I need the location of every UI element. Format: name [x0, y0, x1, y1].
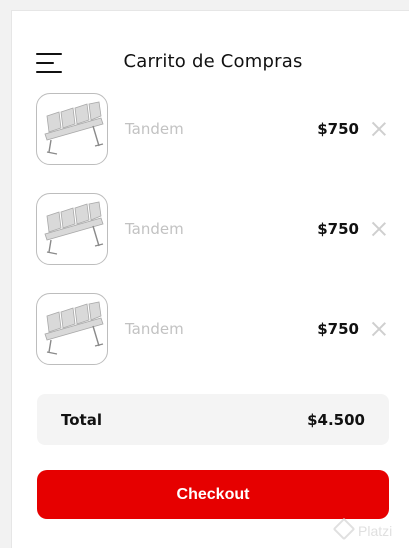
product-price: $750 — [317, 220, 359, 238]
total-label: Total — [61, 411, 102, 429]
product-image — [36, 193, 108, 265]
product-name: Tandem — [125, 320, 184, 338]
platzi-logo-icon — [332, 517, 356, 541]
shopping-cart-panel: Carrito de Compras Tandem $750 Tandem $7… — [11, 10, 409, 548]
airport-bench-icon — [44, 101, 104, 155]
product-image — [36, 293, 108, 365]
close-icon[interactable] — [370, 120, 388, 138]
page-title: Carrito de Compras — [123, 51, 303, 72]
product-name: Tandem — [125, 120, 184, 138]
checkout-button[interactable]: Checkout — [37, 470, 389, 519]
watermark-text: Platzi — [358, 523, 393, 539]
total-value: $4.500 — [307, 411, 365, 429]
cart-item: Tandem $750 — [36, 193, 388, 265]
product-image — [36, 93, 108, 165]
cart-item: Tandem $750 — [36, 93, 388, 165]
order-total: Total $4.500 — [37, 394, 389, 445]
cart-item: Tandem $750 — [36, 293, 388, 365]
airport-bench-icon — [44, 201, 104, 255]
header: Carrito de Compras — [12, 11, 409, 101]
product-name: Tandem — [125, 220, 184, 238]
product-price: $750 — [317, 320, 359, 338]
product-price: $750 — [317, 120, 359, 138]
platzi-watermark: Platzi — [332, 517, 393, 541]
close-icon[interactable] — [370, 220, 388, 238]
airport-bench-icon — [44, 301, 104, 355]
close-icon[interactable] — [370, 320, 388, 338]
